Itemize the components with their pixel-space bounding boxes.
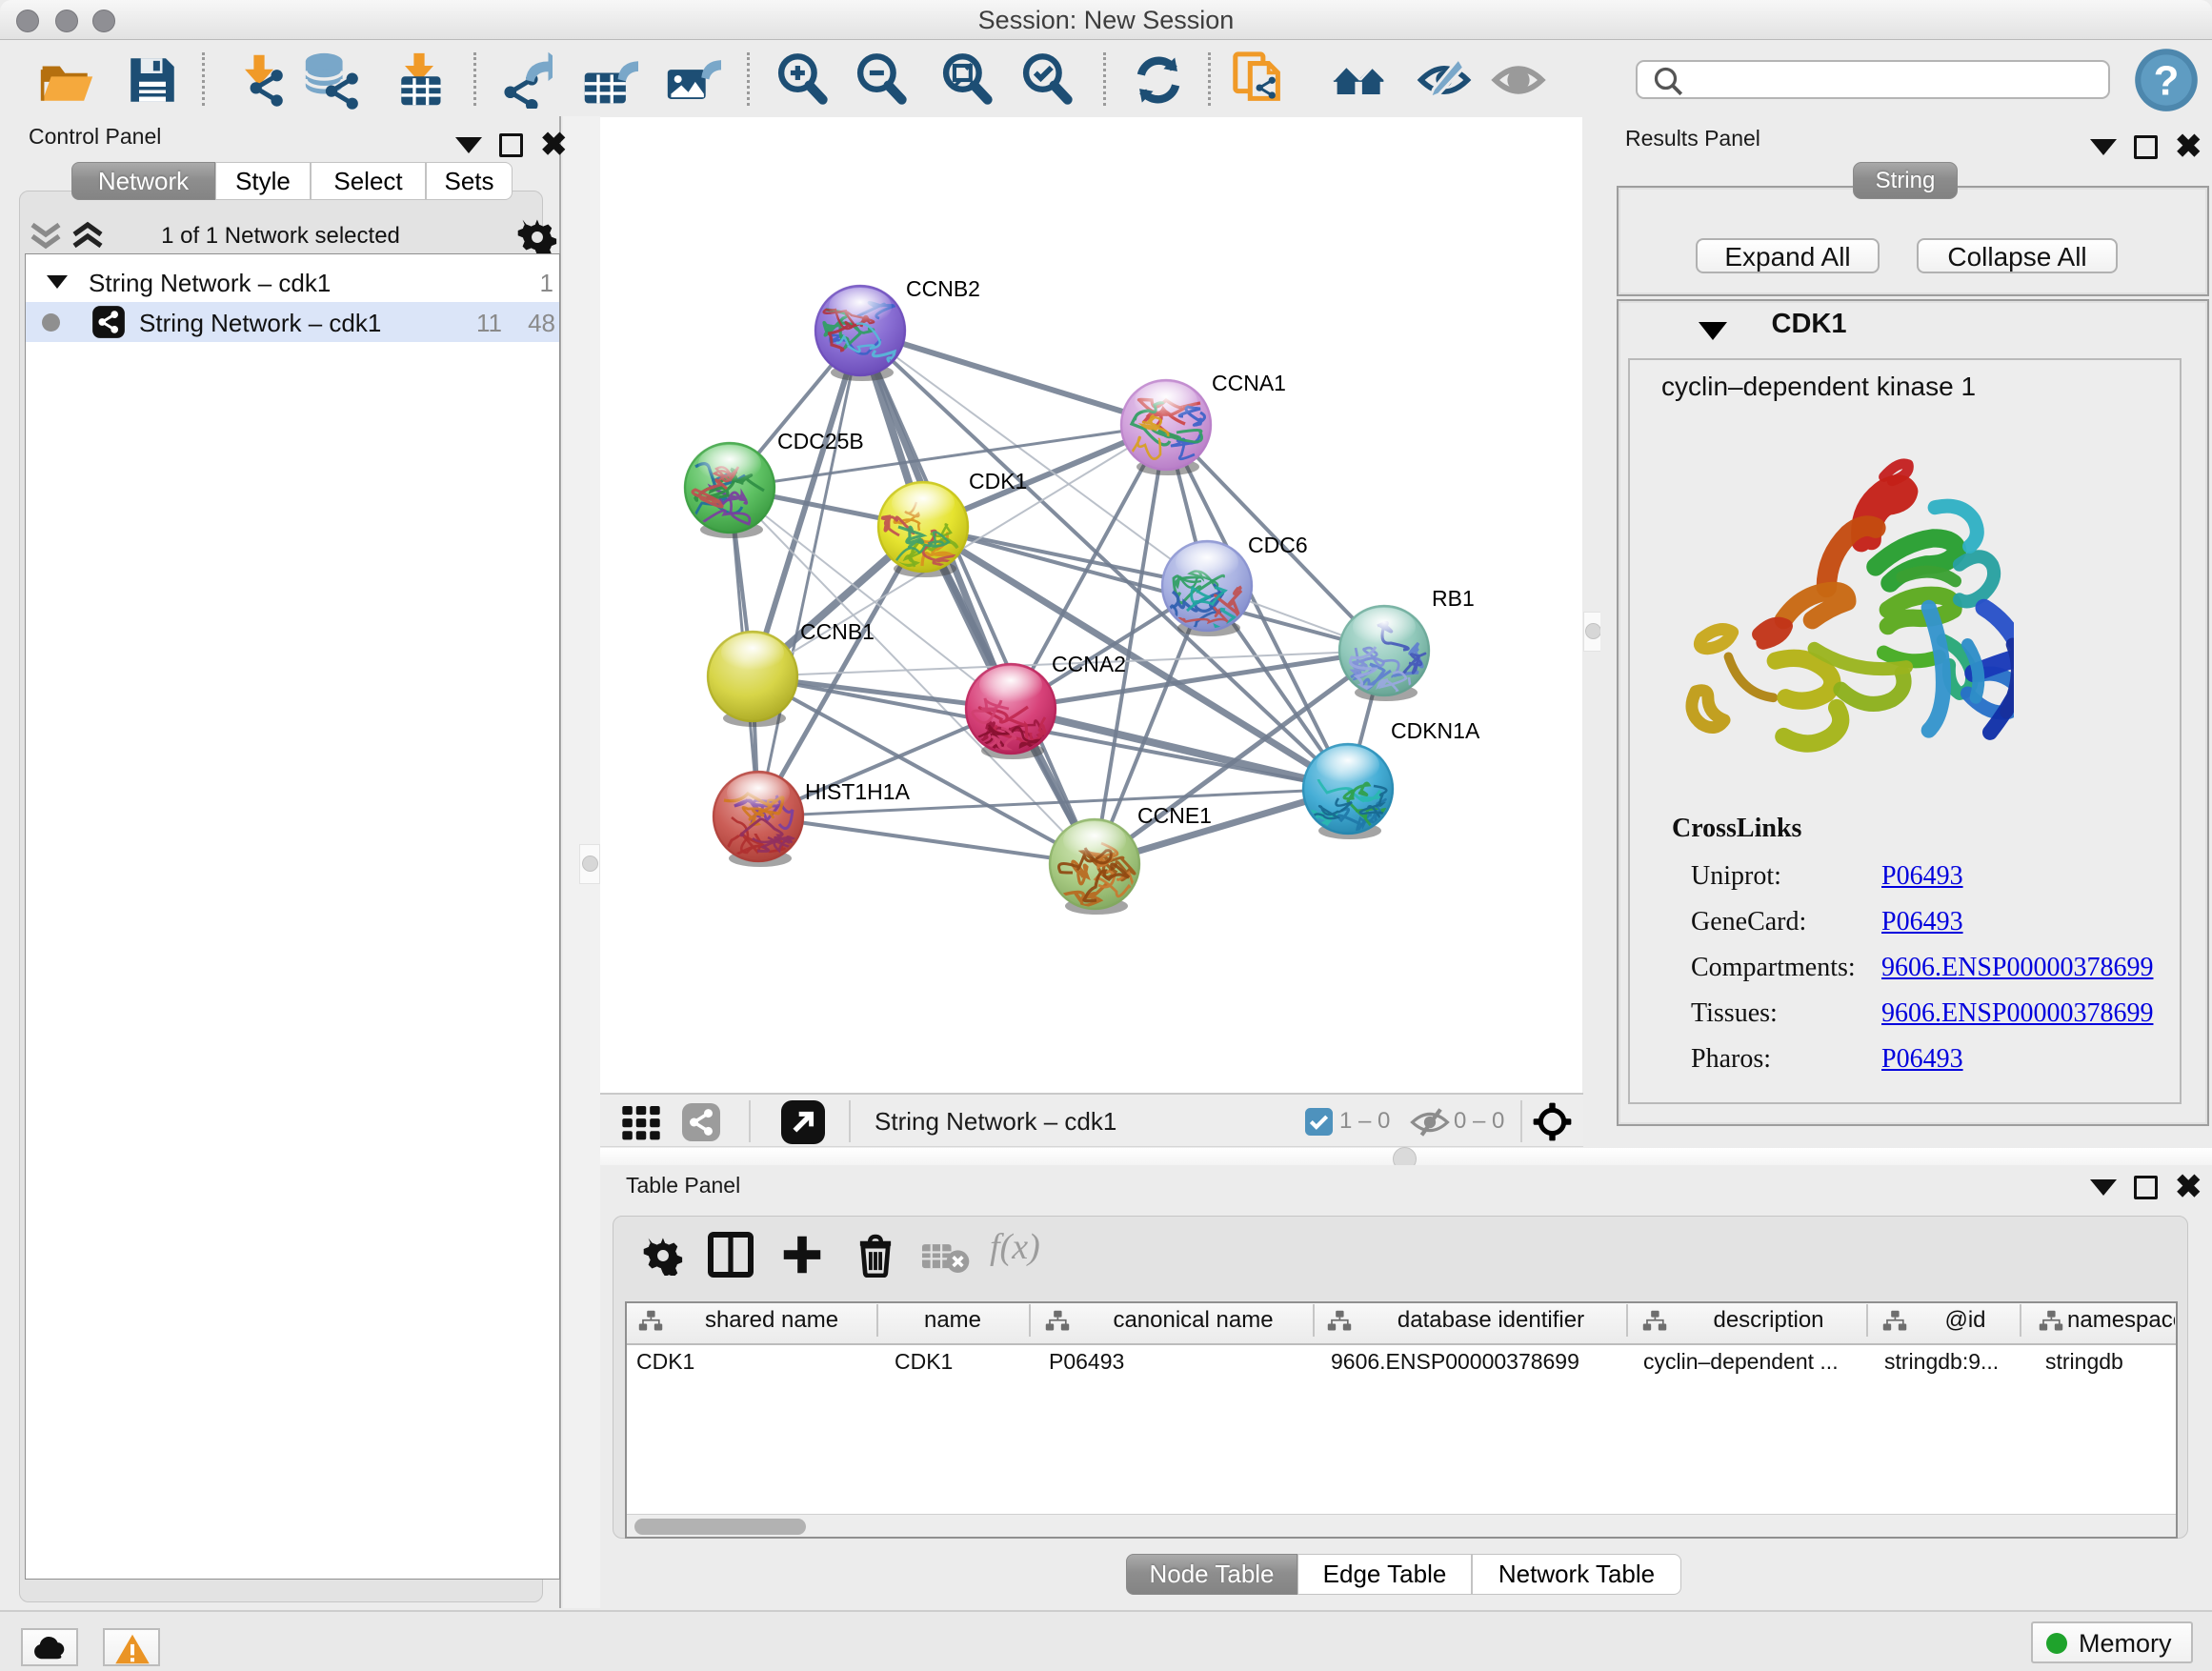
svg-text:CCNE1: CCNE1 xyxy=(1137,803,1212,828)
svg-text:HIST1H1A: HIST1H1A xyxy=(805,779,911,804)
svg-text:CDC6: CDC6 xyxy=(1248,533,1308,557)
svg-text:CDC25B: CDC25B xyxy=(777,429,864,453)
svg-text:CCNB1: CCNB1 xyxy=(800,619,875,644)
svg-text:CCNA1: CCNA1 xyxy=(1212,371,1286,395)
svg-text:CDK1: CDK1 xyxy=(969,469,1027,493)
svg-text:CDKN1A: CDKN1A xyxy=(1391,718,1480,743)
svg-text:CCNB2: CCNB2 xyxy=(906,276,980,301)
svg-text:?: ? xyxy=(2154,57,2180,104)
svg-text:RB1: RB1 xyxy=(1432,586,1475,611)
svg-text:CCNA2: CCNA2 xyxy=(1052,652,1126,676)
